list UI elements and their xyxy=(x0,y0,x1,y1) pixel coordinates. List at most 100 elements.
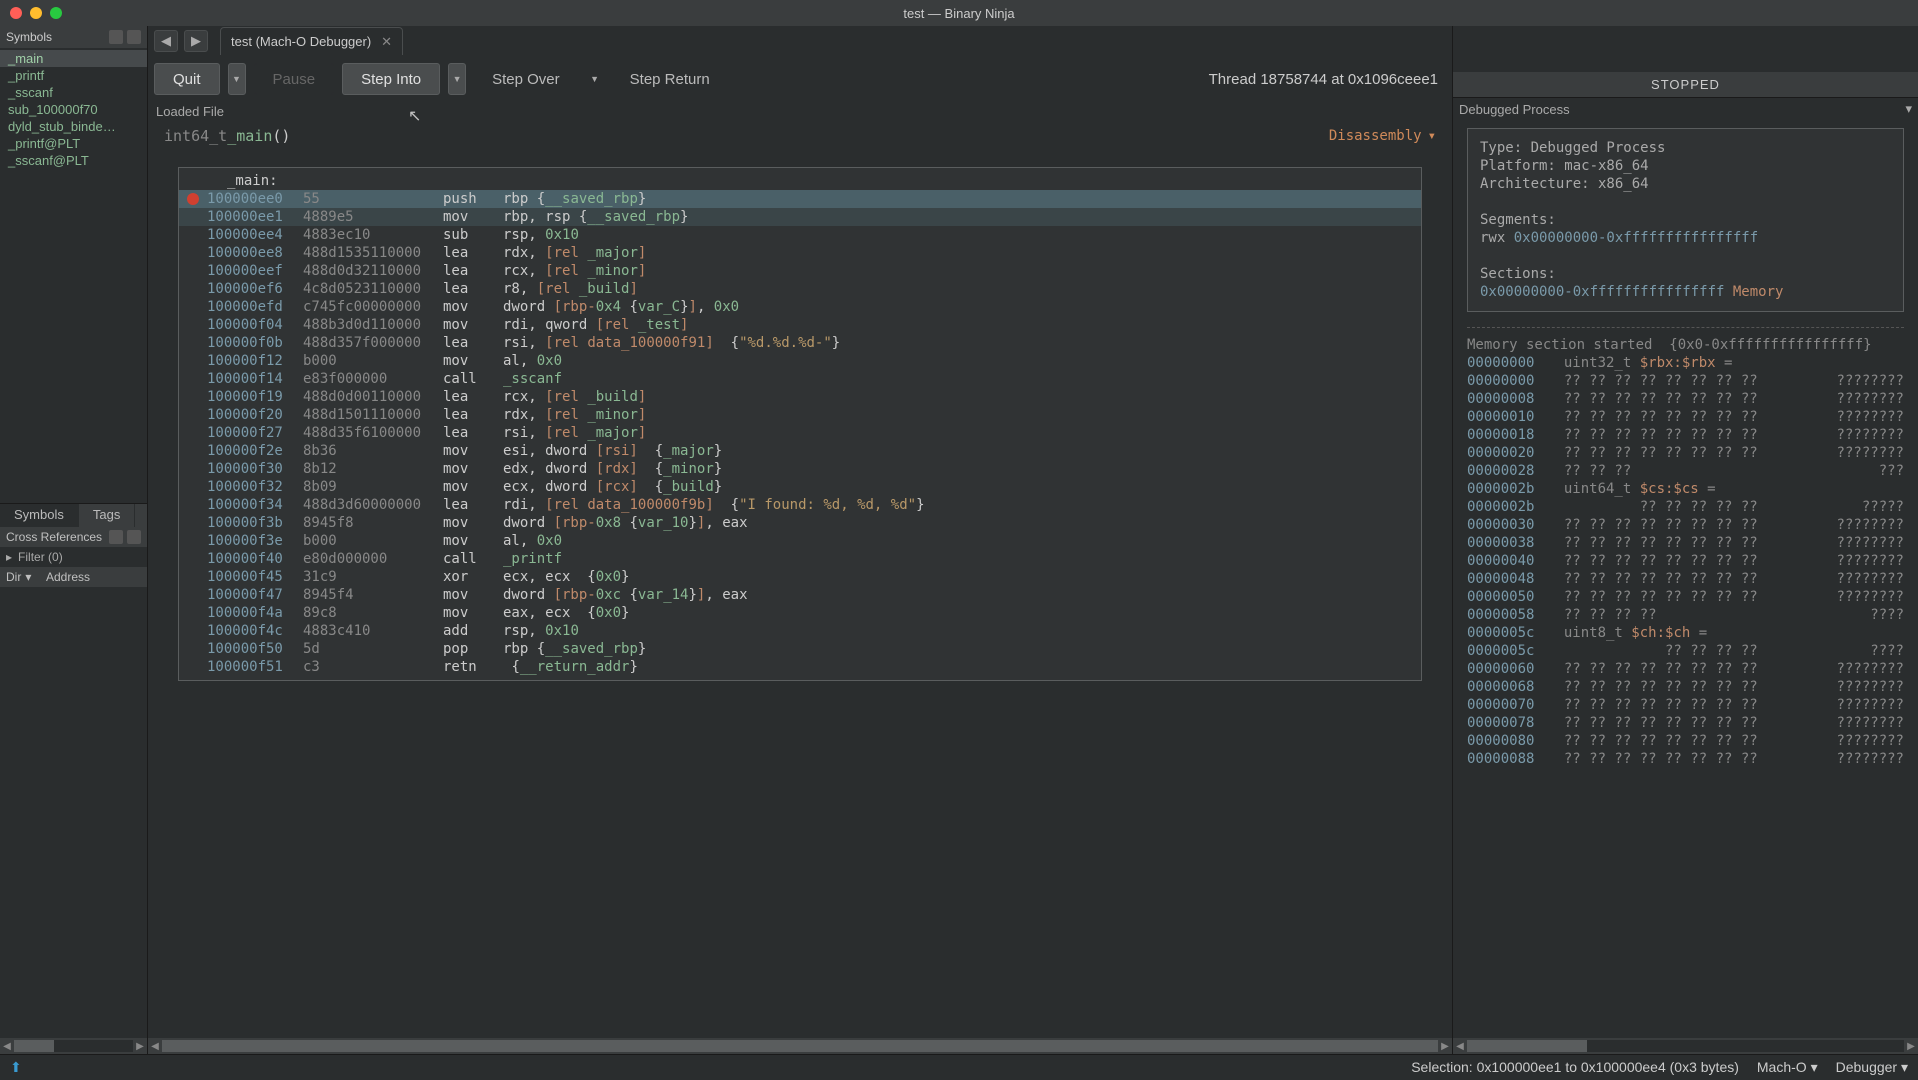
memory-row[interactable]: 00000000 ?? ?? ?? ?? ?? ?? ?? ?? ???????… xyxy=(1467,372,1904,390)
memory-row[interactable]: 0000002b uint64_t $cs:$cs = xyxy=(1467,480,1904,498)
minimize-icon[interactable] xyxy=(30,7,42,19)
view-selector[interactable]: Disassembly ▾ xyxy=(1329,128,1436,144)
step-over-dropdown[interactable]: ▼ xyxy=(586,63,604,95)
memory-row[interactable]: 00000038 ?? ?? ?? ?? ?? ?? ?? ?? ???????… xyxy=(1467,534,1904,552)
memory-row[interactable]: 00000018 ?? ?? ?? ?? ?? ?? ?? ?? ???????… xyxy=(1467,426,1904,444)
disasm-row[interactable]: 100000ee055pushrbp {__saved_rbp} xyxy=(179,190,1421,208)
memory-row[interactable]: 00000070 ?? ?? ?? ?? ?? ?? ?? ?? ???????… xyxy=(1467,696,1904,714)
disasm-row[interactable]: 100000f4c4883c410addrsp, 0x10 xyxy=(179,622,1421,640)
tab-tags[interactable]: Tags xyxy=(79,504,135,527)
disasm-row[interactable]: 100000f308b12movedx, dword [rdx] {_minor… xyxy=(179,460,1421,478)
filter-row[interactable]: ▸ Filter (0) xyxy=(0,547,147,567)
symbols-list[interactable]: _main_printf_sscanfsub_100000f70dyld_stu… xyxy=(0,48,147,503)
disasm-row[interactable]: 100000f505dpoprbp {__saved_rbp} xyxy=(179,640,1421,658)
disasm-row[interactable]: 100000ee44883ec10subrsp, 0x10 xyxy=(179,226,1421,244)
symbol-item[interactable]: _printf@PLT xyxy=(0,135,147,152)
disasm-row[interactable]: 100000f27488d35f6100000learsi, [rel _maj… xyxy=(179,424,1421,442)
symbol-item[interactable]: _main xyxy=(0,50,147,67)
breakpoint-icon[interactable] xyxy=(187,193,199,205)
step-into-dropdown[interactable]: ▼ xyxy=(448,63,466,95)
dir-column[interactable]: Dir ▾ xyxy=(6,570,46,584)
forward-button[interactable]: ▶ xyxy=(184,30,208,52)
quit-dropdown[interactable]: ▼ xyxy=(228,63,246,95)
panel-icon-1[interactable] xyxy=(109,30,123,44)
symbol-item[interactable]: _printf xyxy=(0,67,147,84)
step-over-button[interactable]: Step Over xyxy=(474,63,578,95)
memory-view[interactable]: Memory section started {0x0-0xffffffffff… xyxy=(1453,330,1918,1038)
tab-symbols[interactable]: Symbols xyxy=(0,504,79,527)
scroll-left-icon[interactable]: ◀ xyxy=(1453,1041,1467,1052)
scroll-left-icon[interactable]: ◀ xyxy=(148,1041,162,1052)
memory-row[interactable]: 0000002b ?? ?? ?? ?? ?? ????? xyxy=(1467,498,1904,516)
close-tab-icon[interactable]: ✕ xyxy=(381,34,392,50)
disasm-row[interactable]: 100000f0b488d357f000000learsi, [rel data… xyxy=(179,334,1421,352)
disasm-row[interactable]: 100000f328b09movecx, dword [rcx] {_build… xyxy=(179,478,1421,496)
symbol-item[interactable]: _sscanf xyxy=(0,84,147,101)
memory-row[interactable]: 0000005c uint8_t $ch:$ch = xyxy=(1467,624,1904,642)
memory-row[interactable]: 0000005c ?? ?? ?? ?? ???? xyxy=(1467,642,1904,660)
disasm-row[interactable]: 100000f12b000moval, 0x0 xyxy=(179,352,1421,370)
disasm-row[interactable]: 100000eef488d0d32110000learcx, [rel _min… xyxy=(179,262,1421,280)
disasm-row[interactable]: 100000f2e8b36movesi, dword [rsi] {_major… xyxy=(179,442,1421,460)
memory-row[interactable]: 00000058 ?? ?? ?? ?? ???? xyxy=(1467,606,1904,624)
step-into-button[interactable]: Step Into xyxy=(342,63,440,95)
chevron-down-icon[interactable]: ▾ xyxy=(1905,101,1912,117)
memory-row[interactable]: 00000088 ?? ?? ?? ?? ?? ?? ?? ?? ???????… xyxy=(1467,750,1904,768)
memory-row[interactable]: 00000080 ?? ?? ?? ?? ?? ?? ?? ?? ???????… xyxy=(1467,732,1904,750)
disasm-row[interactable]: 100000ee14889e5movrbp, rsp {__saved_rbp} xyxy=(179,208,1421,226)
scroll-left-icon[interactable]: ◀ xyxy=(0,1041,14,1052)
section-row[interactable]: 0x00000000-0xffffffffffffffff Memory xyxy=(1480,283,1891,301)
segment-row[interactable]: rwx 0x00000000-0xffffffffffffffff xyxy=(1480,229,1891,247)
xref-icon-2[interactable] xyxy=(127,530,141,544)
symbol-item[interactable]: dyld_stub_binde… xyxy=(0,118,147,135)
maximize-icon[interactable] xyxy=(50,7,62,19)
disasm-row[interactable]: 100000f3b8945f8movdword [rbp-0x8 {var_10… xyxy=(179,514,1421,532)
disasm-row[interactable]: 100000f34488d3d60000000leardi, [rel data… xyxy=(179,496,1421,514)
memory-row[interactable]: 00000028 ?? ?? ?? ??? xyxy=(1467,462,1904,480)
disasm-row[interactable]: 100000f14e83f000000call_sscanf xyxy=(179,370,1421,388)
memory-row[interactable]: 00000020 ?? ?? ?? ?? ?? ?? ?? ?? ???????… xyxy=(1467,444,1904,462)
back-button[interactable]: ◀ xyxy=(154,30,178,52)
disasm-row[interactable]: 100000f04488b3d0d110000movrdi, qword [re… xyxy=(179,316,1421,334)
step-return-button[interactable]: Step Return xyxy=(612,63,728,95)
debugger-selector[interactable]: Debugger ▾ xyxy=(1836,1059,1908,1076)
disasm-row[interactable]: 100000f40e80d000000call_printf xyxy=(179,550,1421,568)
disassembly-area[interactable]: _main:100000ee055pushrbp {__saved_rbp}10… xyxy=(148,151,1452,1038)
disasm-row[interactable]: 100000f3eb000moval, 0x0 xyxy=(179,532,1421,550)
xref-icon-1[interactable] xyxy=(109,530,123,544)
disasm-row[interactable]: 100000f19488d0d00110000learcx, [rel _bui… xyxy=(179,388,1421,406)
format-selector[interactable]: Mach-O ▾ xyxy=(1757,1059,1818,1076)
memory-row[interactable]: 00000078 ?? ?? ?? ?? ?? ?? ?? ?? ???????… xyxy=(1467,714,1904,732)
scroll-right-icon[interactable]: ▶ xyxy=(1904,1041,1918,1052)
memory-row[interactable]: 00000000 uint32_t $rbx:$rbx = xyxy=(1467,354,1904,372)
disasm-row[interactable]: 100000f4a89c8moveax, ecx {0x0} xyxy=(179,604,1421,622)
symbol-item[interactable]: _sscanf@PLT xyxy=(0,152,147,169)
memory-row[interactable]: 00000048 ?? ?? ?? ?? ?? ?? ?? ?? ???????… xyxy=(1467,570,1904,588)
panel-icon-2[interactable] xyxy=(127,30,141,44)
address-column[interactable]: Address xyxy=(46,570,90,584)
memory-row[interactable]: 00000040 ?? ?? ?? ?? ?? ?? ?? ?? ???????… xyxy=(1467,552,1904,570)
disasm-row[interactable]: 100000ee8488d1535110000leardx, [rel _maj… xyxy=(179,244,1421,262)
scroll-right-icon[interactable]: ▶ xyxy=(133,1041,147,1052)
memory-row[interactable]: 00000010 ?? ?? ?? ?? ?? ?? ?? ?? ???????… xyxy=(1467,408,1904,426)
disasm-row[interactable]: 100000efdc745fc00000000movdword [rbp-0x4… xyxy=(179,298,1421,316)
disasm-row[interactable]: 100000ef64c8d0523110000lear8, [rel _buil… xyxy=(179,280,1421,298)
center-scrollbar[interactable]: ◀ ▶ xyxy=(148,1038,1452,1054)
memory-row[interactable]: 00000008 ?? ?? ?? ?? ?? ?? ?? ?? ???????… xyxy=(1467,390,1904,408)
scroll-right-icon[interactable]: ▶ xyxy=(1438,1041,1452,1052)
disasm-row[interactable]: 100000f20488d1501110000leardx, [rel _min… xyxy=(179,406,1421,424)
symbol-item[interactable]: sub_100000f70 xyxy=(0,101,147,118)
disasm-row[interactable]: 100000f478945f4movdword [rbp-0xc {var_14… xyxy=(179,586,1421,604)
up-arrow-icon[interactable]: ⬆ xyxy=(10,1059,22,1076)
file-tab[interactable]: test (Mach-O Debugger) ✕ xyxy=(220,27,403,55)
right-scrollbar[interactable]: ◀ ▶ xyxy=(1453,1038,1918,1054)
memory-row[interactable]: 00000050 ?? ?? ?? ?? ?? ?? ?? ?? ???????… xyxy=(1467,588,1904,606)
memory-row[interactable]: 00000030 ?? ?? ?? ?? ?? ?? ?? ?? ???????… xyxy=(1467,516,1904,534)
left-scrollbar[interactable]: ◀ ▶ xyxy=(0,1038,147,1054)
quit-button[interactable]: Quit xyxy=(154,63,220,95)
memory-row[interactable]: 00000068 ?? ?? ?? ?? ?? ?? ?? ?? ???????… xyxy=(1467,678,1904,696)
close-icon[interactable] xyxy=(10,7,22,19)
memory-row[interactable]: 00000060 ?? ?? ?? ?? ?? ?? ?? ?? ???????… xyxy=(1467,660,1904,678)
disasm-row[interactable]: 100000f51c3retn {__return_addr} xyxy=(179,658,1421,676)
disasm-row[interactable]: 100000f4531c9xorecx, ecx {0x0} xyxy=(179,568,1421,586)
